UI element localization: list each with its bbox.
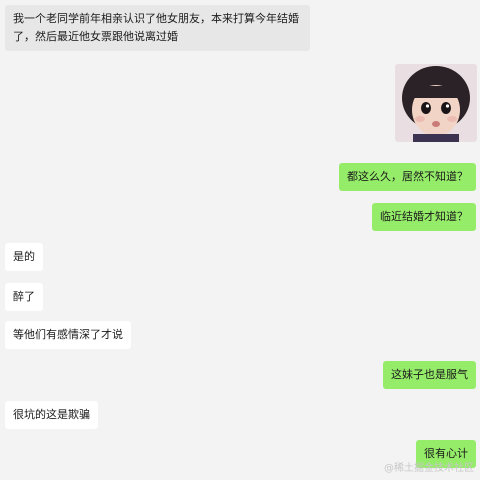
message-text: 这妹子也是服气 [391,368,468,381]
message-bubble-incoming[interactable]: 醉了 [5,283,43,311]
message-text: 是的 [13,250,35,263]
message-bubble-incoming[interactable]: 很坑的这是欺骗 [5,401,98,429]
message-text: 我一个老同学前年相亲认识了他女朋友，本来打算今年结婚了，然后最近他女票跟他说离过… [13,12,299,43]
watermark: @稀土掘金技术社区 [384,463,474,474]
message-bubble-outgoing[interactable]: 这妹子也是服气 [383,361,476,389]
message-bubble-outgoing[interactable]: 临近结婚才知道？ [372,203,476,231]
message-bubble-outgoing[interactable]: 都这么久，居然不知道？ [339,163,476,191]
sticker-baby-face-icon [395,64,477,142]
message-bubble-incoming[interactable]: 我一个老同学前年相亲认识了他女朋友，本来打算今年结婚了，然后最近他女票跟他说离过… [5,5,310,51]
message-text: 临近结婚才知道？ [380,210,468,223]
message-text: 醉了 [13,290,35,303]
message-bubble-incoming[interactable]: 等他们有感情深了才说 [5,321,131,349]
sticker-message[interactable] [395,64,477,142]
message-bubble-incoming[interactable]: 是的 [5,243,43,271]
message-text: 很坑的这是欺骗 [13,408,90,421]
message-text: 都这么久，居然不知道？ [347,170,468,183]
message-text: 等他们有感情深了才说 [13,328,123,341]
